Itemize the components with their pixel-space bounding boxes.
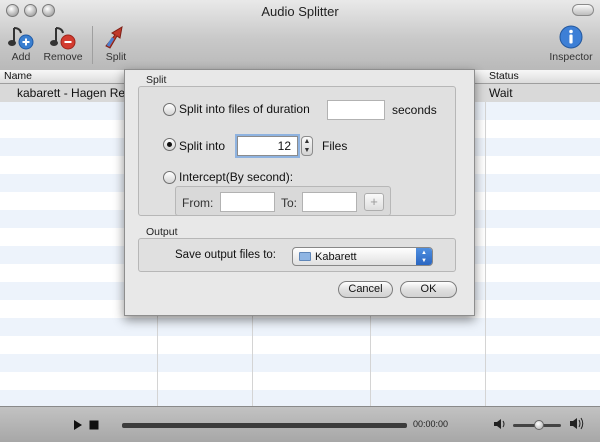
row-name-cell: kabarett - Hagen Re xyxy=(17,86,126,100)
add-range-button[interactable]: + xyxy=(364,193,384,211)
column-header-status[interactable]: Status xyxy=(489,70,519,82)
speaker-icon xyxy=(494,419,505,429)
row-status-cell: Wait xyxy=(489,86,513,100)
play-icon xyxy=(74,420,82,430)
duration-radio[interactable] xyxy=(163,103,176,116)
folder-icon xyxy=(299,252,311,261)
intercept-radio[interactable] xyxy=(163,171,176,184)
split-button[interactable]: Split xyxy=(99,24,133,63)
inspector-button[interactable]: Inspector xyxy=(545,24,597,63)
column-header-name[interactable]: Name xyxy=(4,70,32,82)
save-location-label: Save output files to: xyxy=(175,249,277,261)
to-input[interactable] xyxy=(302,192,357,212)
playback-progress-track[interactable] xyxy=(122,423,407,428)
duration-option-label: Split into files of duration xyxy=(179,102,310,116)
count-unit-label: Files xyxy=(322,139,348,153)
output-folder-popup[interactable]: Kabarett ▲ ▼ xyxy=(292,247,433,266)
count-radio[interactable] xyxy=(163,138,176,151)
volume-icon-wrap xyxy=(493,418,507,433)
remove-label: Remove xyxy=(43,51,83,63)
split-label: Split xyxy=(105,51,127,63)
to-label: To: xyxy=(281,196,298,210)
from-input[interactable] xyxy=(220,192,275,212)
toolbar-toggle-button[interactable] xyxy=(572,4,594,16)
intercept-option-label: Intercept(By second): xyxy=(179,170,294,184)
add-note-icon xyxy=(8,27,34,50)
volume-slider-knob[interactable] xyxy=(534,420,544,430)
column-divider xyxy=(485,84,486,406)
ok-button[interactable]: OK xyxy=(400,281,457,298)
play-button[interactable] xyxy=(73,419,83,434)
output-folder-value: Kabarett xyxy=(315,251,357,263)
duration-unit-label: seconds xyxy=(392,103,437,117)
file-count-stepper[interactable]: ▲ ▼ xyxy=(301,136,313,156)
playback-time: 00:00:00 xyxy=(413,419,449,429)
cancel-button[interactable]: Cancel xyxy=(338,281,393,298)
speaker-loud-icon xyxy=(570,417,584,430)
count-option-label: Split into xyxy=(179,139,226,153)
stop-button[interactable] xyxy=(89,420,99,433)
volume-max-icon-wrap xyxy=(569,417,585,433)
inspector-label: Inspector xyxy=(549,51,593,63)
file-count-input[interactable]: 12 xyxy=(237,136,298,156)
split-section-label: Split xyxy=(146,74,167,86)
remove-button[interactable]: Remove xyxy=(42,24,84,63)
stop-icon xyxy=(89,420,99,430)
from-label: From: xyxy=(182,196,214,210)
add-button[interactable]: Add xyxy=(4,24,38,63)
add-label: Add xyxy=(11,51,31,63)
toolbar-separator xyxy=(92,26,93,64)
info-icon xyxy=(559,25,583,49)
popup-arrows-icon: ▲ ▼ xyxy=(416,248,432,265)
remove-note-icon xyxy=(50,27,76,50)
window-title: Audio Splitter xyxy=(261,4,339,19)
duration-input[interactable] xyxy=(327,100,385,120)
split-arrow-icon xyxy=(105,26,123,49)
output-section-label: Output xyxy=(146,226,178,238)
